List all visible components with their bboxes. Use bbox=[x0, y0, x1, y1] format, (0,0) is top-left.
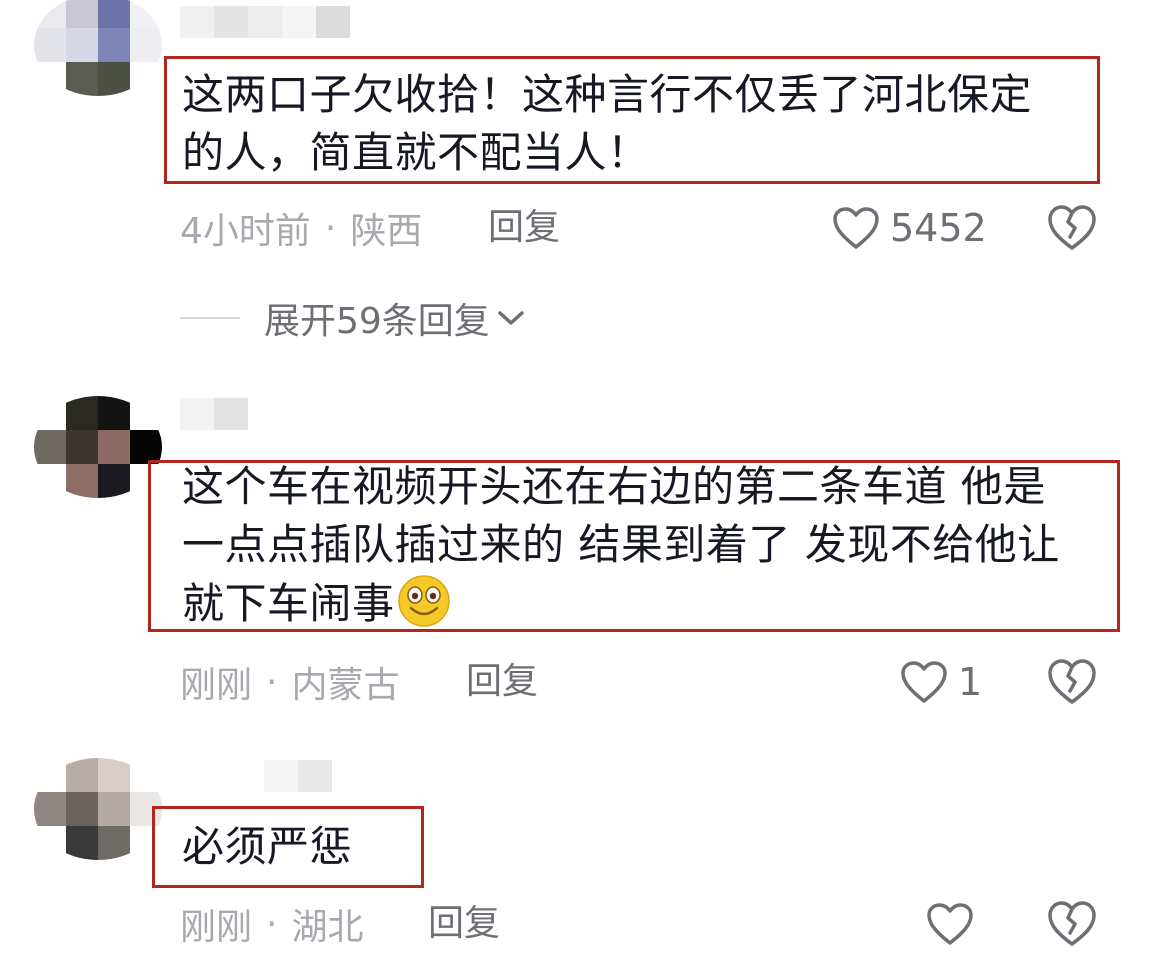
comment-meta: 刚刚 · 湖北 bbox=[180, 894, 363, 954]
divider-line bbox=[180, 317, 240, 319]
avatar[interactable] bbox=[34, 0, 162, 96]
comment-text: 这两口子欠收拾！这种言行不仅丢了河北保定 的人，简直就不配当人！ bbox=[182, 70, 1033, 177]
reply-button[interactable]: 回复 bbox=[466, 652, 538, 712]
comment-location: 内蒙古 bbox=[291, 665, 400, 706]
reply-button[interactable]: 回复 bbox=[428, 894, 500, 954]
separator-dot: · bbox=[324, 207, 337, 249]
comment-meta: 4小时前 · 陕西 bbox=[180, 198, 422, 258]
avatar[interactable] bbox=[34, 396, 162, 498]
like-count: 1 bbox=[958, 660, 983, 704]
comment-location: 湖北 bbox=[291, 907, 364, 948]
username-blurred[interactable] bbox=[264, 760, 332, 792]
like-button[interactable]: 5452 bbox=[832, 198, 987, 258]
comment-time: 4小时前 bbox=[180, 211, 311, 252]
heart-outline-icon bbox=[833, 207, 879, 249]
separator-dot: · bbox=[266, 661, 278, 703]
comment-item: 这两口子欠收拾！这种言行不仅丢了河北保定 的人，简直就不配当人！ 4小时前 · … bbox=[0, 0, 1152, 380]
broken-heart-icon[interactable] bbox=[1046, 656, 1098, 708]
expand-replies-button[interactable]: 展开59条回复 bbox=[180, 290, 526, 346]
comment-item: 这个车在视频开头还在右边的第二条车道 他是 一点点插队插过来的 结果到着了 发现… bbox=[0, 390, 1152, 730]
like-count: 5452 bbox=[890, 206, 987, 250]
comment-time: 刚刚 bbox=[180, 907, 253, 948]
avatar[interactable] bbox=[34, 758, 162, 860]
comment-time: 刚刚 bbox=[180, 665, 253, 706]
like-button[interactable]: 1 bbox=[900, 652, 982, 712]
comment-item: 必须严惩 刚刚 · 湖北 回复 bbox=[0, 750, 1152, 976]
like-button[interactable] bbox=[926, 894, 984, 954]
chevron-down-icon bbox=[498, 311, 524, 325]
broken-heart-icon[interactable] bbox=[1046, 898, 1098, 950]
comment-text: 这个车在视频开头还在右边的第二条车道 他是 一点点插队插过来的 结果到着了 发现… bbox=[182, 462, 1060, 628]
grinning-emoji bbox=[397, 575, 450, 627]
comment-location: 陕西 bbox=[350, 211, 423, 252]
expand-replies-label: 展开59条回复 bbox=[264, 301, 490, 342]
comment-text: 必须严惩 bbox=[182, 822, 353, 871]
separator-dot: · bbox=[266, 903, 278, 945]
username-blurred[interactable] bbox=[180, 6, 350, 38]
broken-heart-icon[interactable] bbox=[1046, 202, 1098, 254]
heart-outline-icon bbox=[927, 903, 973, 945]
heart-outline-icon bbox=[901, 661, 947, 703]
reply-button[interactable]: 回复 bbox=[488, 198, 560, 258]
username-blurred[interactable] bbox=[180, 398, 248, 430]
comment-meta: 刚刚 · 内蒙古 bbox=[180, 652, 399, 712]
